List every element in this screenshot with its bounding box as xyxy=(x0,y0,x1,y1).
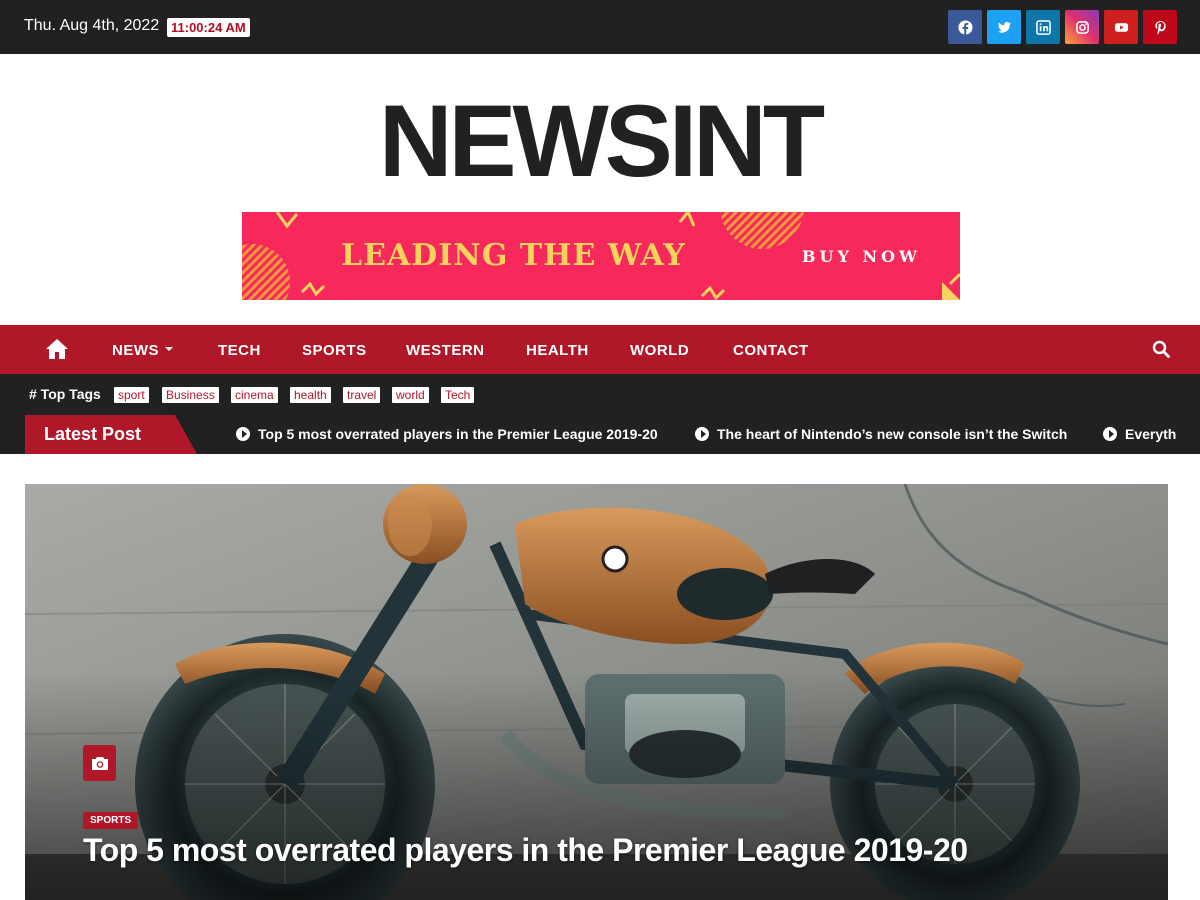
tag-world[interactable]: world xyxy=(392,387,429,403)
linkedin-icon[interactable] xyxy=(1026,10,1060,44)
ticker-item-text: The heart of Nintendo’s new console isn’… xyxy=(717,426,1068,442)
tag-travel[interactable]: travel xyxy=(343,387,381,403)
current-date: Thu. Aug 4th, 2022 xyxy=(24,17,160,34)
facebook-icon[interactable] xyxy=(948,10,982,44)
latest-post-text: Latest Post xyxy=(44,424,142,444)
caret-down-icon xyxy=(165,347,173,352)
instagram-icon[interactable] xyxy=(1065,10,1099,44)
banner-buy-now[interactable]: BUY NOW xyxy=(802,247,921,266)
pinterest-icon[interactable] xyxy=(1143,10,1177,44)
tag-health[interactable]: health xyxy=(290,387,331,403)
banner-ad[interactable]: LEADING THE WAY BUY NOW xyxy=(242,212,960,300)
nav-item-contact[interactable]: CONTACT xyxy=(733,342,809,359)
tag-sport[interactable]: sport xyxy=(114,387,149,403)
current-time: 11:00:24 AM xyxy=(167,18,250,37)
latest-post-label: Latest Post xyxy=(25,415,197,454)
category-badge[interactable]: SPORTS xyxy=(83,812,139,829)
tag-tech[interactable]: Tech xyxy=(441,387,475,403)
nav-item-world[interactable]: WORLD xyxy=(630,342,689,359)
circle-arrow-icon xyxy=(236,427,250,441)
circle-arrow-icon xyxy=(1103,427,1117,441)
nav-item-news[interactable]: NEWS xyxy=(112,342,173,359)
ticker-item-text: Everyth xyxy=(1125,426,1177,442)
nav-item-health[interactable]: HEALTH xyxy=(526,342,589,359)
featured-post[interactable]: SPORTS Top 5 most overrated players in t… xyxy=(25,484,1168,900)
home-icon[interactable] xyxy=(45,338,69,360)
nav-item-label: NEWS xyxy=(112,342,159,359)
tag-cinema[interactable]: cinema xyxy=(231,387,278,403)
ticker-item-text: Top 5 most overrated players in the Prem… xyxy=(258,426,658,442)
nav-item-sports[interactable]: SPORTS xyxy=(302,342,367,359)
ticker-item[interactable]: The heart of Nintendo’s new console isn’… xyxy=(695,426,1067,442)
youtube-icon[interactable] xyxy=(1104,10,1138,44)
nav-item-western[interactable]: WESTERN xyxy=(406,342,485,359)
nav-item-tech[interactable]: TECH xyxy=(218,342,261,359)
tag-business[interactable]: Business xyxy=(162,387,219,403)
search-icon[interactable] xyxy=(1152,340,1170,358)
site-logo[interactable]: NEWSINT xyxy=(0,86,1200,196)
main-navigation: NEWS TECH SPORTS WESTERN HEALTH WORLD CO… xyxy=(0,325,1200,374)
camera-icon[interactable] xyxy=(83,745,116,781)
ticker-item[interactable]: Top 5 most overrated players in the Prem… xyxy=(236,426,658,442)
top-tags-title: # Top Tags xyxy=(29,386,101,402)
circle-arrow-icon xyxy=(695,427,709,441)
banner-headline: LEADING THE WAY xyxy=(341,238,686,273)
featured-post-title[interactable]: Top 5 most overrated players in the Prem… xyxy=(83,832,968,869)
top-bar: Thu. Aug 4th, 2022 11:00:24 AM xyxy=(0,0,1200,54)
twitter-icon[interactable] xyxy=(987,10,1021,44)
ticker-item[interactable]: Everyth xyxy=(1103,426,1176,442)
